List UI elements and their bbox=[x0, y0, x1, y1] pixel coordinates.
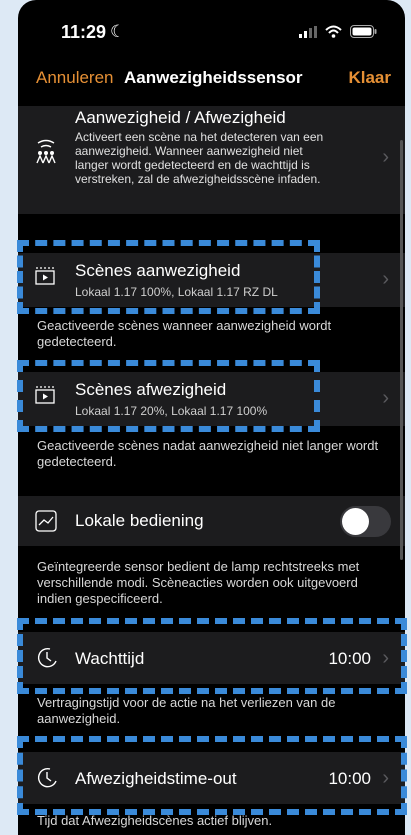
scenes-presence-caption: Geactiveerde scènes wanneer aanwezigheid… bbox=[37, 318, 332, 349]
done-button[interactable]: Klaar bbox=[348, 68, 391, 88]
local-control-caption: Geïntegreerde sensor bedient de lamp rec… bbox=[37, 559, 360, 606]
local-control-label: Lokale bediening bbox=[75, 511, 204, 530]
status-time: 11:29 bbox=[61, 22, 107, 42]
signal-icon bbox=[299, 25, 317, 38]
highlight-box-wait-time bbox=[17, 618, 407, 694]
page-title: Aanwezigheidssensor bbox=[124, 68, 303, 87]
highlight-box-absence-timeout bbox=[17, 736, 407, 815]
local-control-toggle[interactable] bbox=[340, 506, 391, 537]
chevron-right-icon: › bbox=[382, 268, 389, 290]
battery-icon bbox=[350, 25, 377, 38]
absence-timeout-caption: Tijd dat Afwezigheidscènes actief blijve… bbox=[37, 813, 273, 828]
local-control-icon bbox=[35, 510, 57, 532]
local-control-row: Lokale bediening bbox=[18, 496, 405, 546]
cancel-button[interactable]: Annuleren bbox=[36, 68, 114, 88]
wait-time-caption: Vertragingstijd voor de actie na het ver… bbox=[37, 695, 336, 726]
highlight-box-scenes-presence bbox=[17, 240, 320, 314]
moon-icon: ☾ bbox=[110, 22, 126, 41]
wifi-icon bbox=[325, 25, 342, 38]
scenes-absence-caption: Geactiveerde scènes nadat aanwezigheid n… bbox=[37, 438, 379, 469]
toggle-knob bbox=[342, 508, 369, 535]
highlight-box-scenes-absence bbox=[17, 360, 320, 432]
presence-sensor-icon bbox=[36, 139, 56, 164]
chevron-right-icon: › bbox=[382, 387, 389, 409]
nav-bar: Annuleren Aanwezigheidssensor Klaar bbox=[18, 68, 405, 92]
chevron-right-icon: › bbox=[382, 146, 389, 168]
scrollbar[interactable] bbox=[400, 140, 403, 560]
presence-title: Aanwezigheid / Afwezigheid bbox=[75, 108, 286, 127]
presence-info-card[interactable]: Aanwezigheid / Afwezigheid Activeert een… bbox=[18, 106, 405, 214]
presence-description: Activeert een scène na het detecteren va… bbox=[75, 130, 324, 186]
status-bar: 11:29 ☾ bbox=[18, 22, 405, 46]
